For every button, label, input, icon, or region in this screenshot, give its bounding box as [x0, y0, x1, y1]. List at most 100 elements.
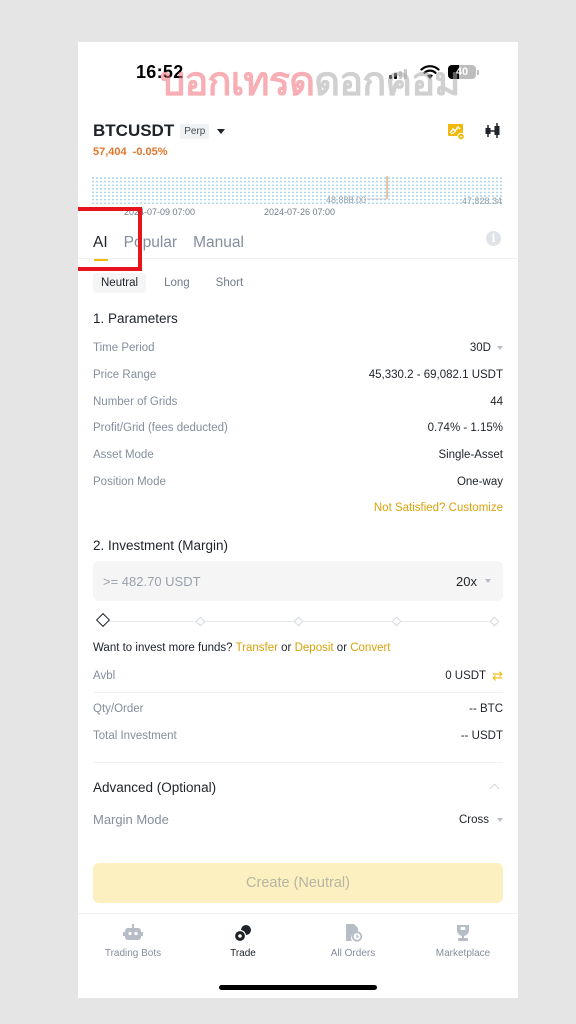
nav-trade[interactable]: Trade	[188, 914, 298, 973]
chevron-down-icon	[497, 346, 503, 350]
nav-trading-bots[interactable]: Trading Bots	[78, 914, 188, 973]
grid-preview-chart: 48,888.00 47,828.34	[92, 176, 504, 206]
mode-short[interactable]: Short	[208, 273, 252, 293]
bottom-nav: Trading Bots Trade All Orders Marketplac…	[78, 913, 518, 973]
funds-prompt: Want to invest more funds? Transfer or D…	[93, 642, 391, 654]
current-price-label: 47,828.34	[462, 196, 502, 206]
margin-mode-row[interactable]: Margin Mode Cross	[93, 812, 503, 827]
pair-header: BTCUSDT Perp 57,404 -0.05%	[93, 120, 503, 158]
nav-marketplace[interactable]: Marketplace	[408, 914, 518, 973]
param-label: Price Range	[93, 369, 157, 381]
price-row: 57,404 -0.05%	[93, 146, 503, 158]
orders-icon	[346, 924, 363, 942]
battery-cap	[477, 70, 479, 75]
mode-neutral[interactable]: Neutral	[93, 273, 147, 293]
marker-price-label: 48,888.00	[326, 195, 366, 205]
total-investment-row: Total Investment -- USDT	[93, 728, 503, 744]
nav-label: Trade	[230, 948, 256, 959]
customize-link[interactable]: Not Satisfied? Customize	[374, 502, 503, 514]
param-number-of-grids: Number of Grids 44	[93, 394, 503, 410]
investment-field: 20x	[93, 561, 503, 601]
advanced-title[interactable]: Advanced (Optional)	[93, 780, 216, 795]
watermark-part2: ดอกคอม	[314, 60, 460, 104]
last-price: 57,404	[93, 146, 127, 158]
create-button[interactable]: Create (Neutral)	[93, 863, 503, 903]
param-position-mode: Position Mode One-way	[93, 474, 503, 490]
tabs-divider	[78, 258, 518, 259]
param-value: One-way	[456, 476, 503, 488]
chart-date-mid: 2024-07-26 07:00	[264, 207, 336, 217]
slider-node-100[interactable]	[489, 616, 500, 627]
param-value: 30D	[469, 342, 491, 354]
margin-mode-value: Cross	[458, 813, 489, 826]
slider-node-50[interactable]	[293, 616, 304, 627]
total-investment-label: Total Investment	[93, 730, 177, 742]
available-balance-row: Avbl 0 USDT ⇄	[93, 668, 503, 684]
slider-node-25[interactable]	[195, 616, 206, 627]
header-actions	[447, 122, 503, 140]
avbl-value: 0 USDT	[445, 670, 487, 682]
leverage-value: 20x	[456, 573, 477, 589]
param-profit-per-grid: Profit/Grid (fees deducted) 0.74% - 1.15…	[93, 420, 503, 436]
info-icon[interactable]: i	[486, 231, 501, 246]
param-label: Profit/Grid (fees deducted)	[93, 422, 228, 434]
transfer-swap-icon[interactable]: ⇄	[492, 668, 503, 684]
pair-symbol: BTCUSDT	[93, 121, 175, 140]
param-time-period[interactable]: Time Period 30D	[93, 340, 503, 356]
chevron-down-icon	[497, 817, 503, 822]
candlestick-icon[interactable]	[483, 122, 503, 140]
or-text: or	[336, 642, 348, 654]
qty-label: Qty/Order	[93, 703, 144, 715]
divider	[93, 692, 503, 693]
tab-manual[interactable]: Manual	[193, 234, 244, 252]
contract-type-badge: Perp	[180, 123, 210, 139]
param-label: Asset Mode	[93, 449, 154, 461]
watermark-part1: บอกเทรด	[160, 60, 315, 104]
avbl-label: Avbl	[93, 670, 116, 682]
param-value: 45,330.2 - 69,082.1 USDT	[368, 369, 503, 381]
chevron-down-icon	[485, 579, 491, 583]
total-investment-value: -- USDT	[460, 730, 503, 742]
highlight-annotation-box	[78, 207, 142, 271]
or-text: or	[281, 642, 292, 654]
pair-selector[interactable]: BTCUSDT Perp	[93, 120, 503, 142]
divider	[93, 762, 503, 763]
param-value: 0.74% - 1.15%	[427, 422, 503, 434]
leverage-selector[interactable]: 20x	[456, 574, 491, 589]
strategy-tabs: AI Popular Manual i	[93, 228, 503, 261]
robot-icon	[123, 924, 143, 940]
price-change: -0.05%	[132, 146, 168, 158]
watermark: บอกเทรดดอกคอม	[160, 60, 461, 104]
deposit-link[interactable]: Deposit	[295, 642, 334, 654]
convert-link[interactable]: Convert	[350, 642, 390, 654]
home-indicator	[219, 985, 377, 990]
param-value: Single-Asset	[438, 449, 503, 461]
investment-input[interactable]	[103, 573, 303, 589]
qty-value: -- BTC	[469, 703, 503, 715]
nav-label: Trading Bots	[104, 948, 162, 959]
qty-order-row: Qty/Order -- BTC	[93, 701, 503, 717]
grid-chart-icon[interactable]	[447, 122, 465, 140]
slider-thumb[interactable]	[95, 612, 111, 628]
param-label: Time Period	[93, 342, 155, 354]
param-label: Position Mode	[93, 476, 166, 488]
param-value: 44	[490, 396, 503, 408]
chevron-up-icon[interactable]	[489, 783, 500, 794]
transfer-link[interactable]: Transfer	[236, 642, 278, 654]
mode-long[interactable]: Long	[156, 273, 198, 293]
nav-label: Marketplace	[435, 948, 491, 959]
nav-all-orders[interactable]: All Orders	[298, 914, 408, 973]
phone-screen: 16:52 40 บอกเทรดดอกคอม BTCUSDT Perp 57,4…	[78, 42, 518, 998]
param-asset-mode: Asset Mode Single-Asset	[93, 447, 503, 463]
investment-title: 2. Investment (Margin)	[93, 538, 229, 553]
nav-label: All Orders	[330, 948, 376, 959]
trade-icon	[233, 925, 251, 942]
parameters-title: 1. Parameters	[93, 311, 178, 326]
param-label: Number of Grids	[93, 396, 178, 408]
direction-selector: Neutral Long Short	[93, 273, 251, 293]
margin-mode-label: Margin Mode	[93, 812, 169, 827]
chevron-down-icon	[217, 128, 226, 134]
slider-node-75[interactable]	[391, 616, 402, 627]
trophy-icon	[457, 925, 469, 941]
investment-slider[interactable]	[95, 612, 500, 628]
